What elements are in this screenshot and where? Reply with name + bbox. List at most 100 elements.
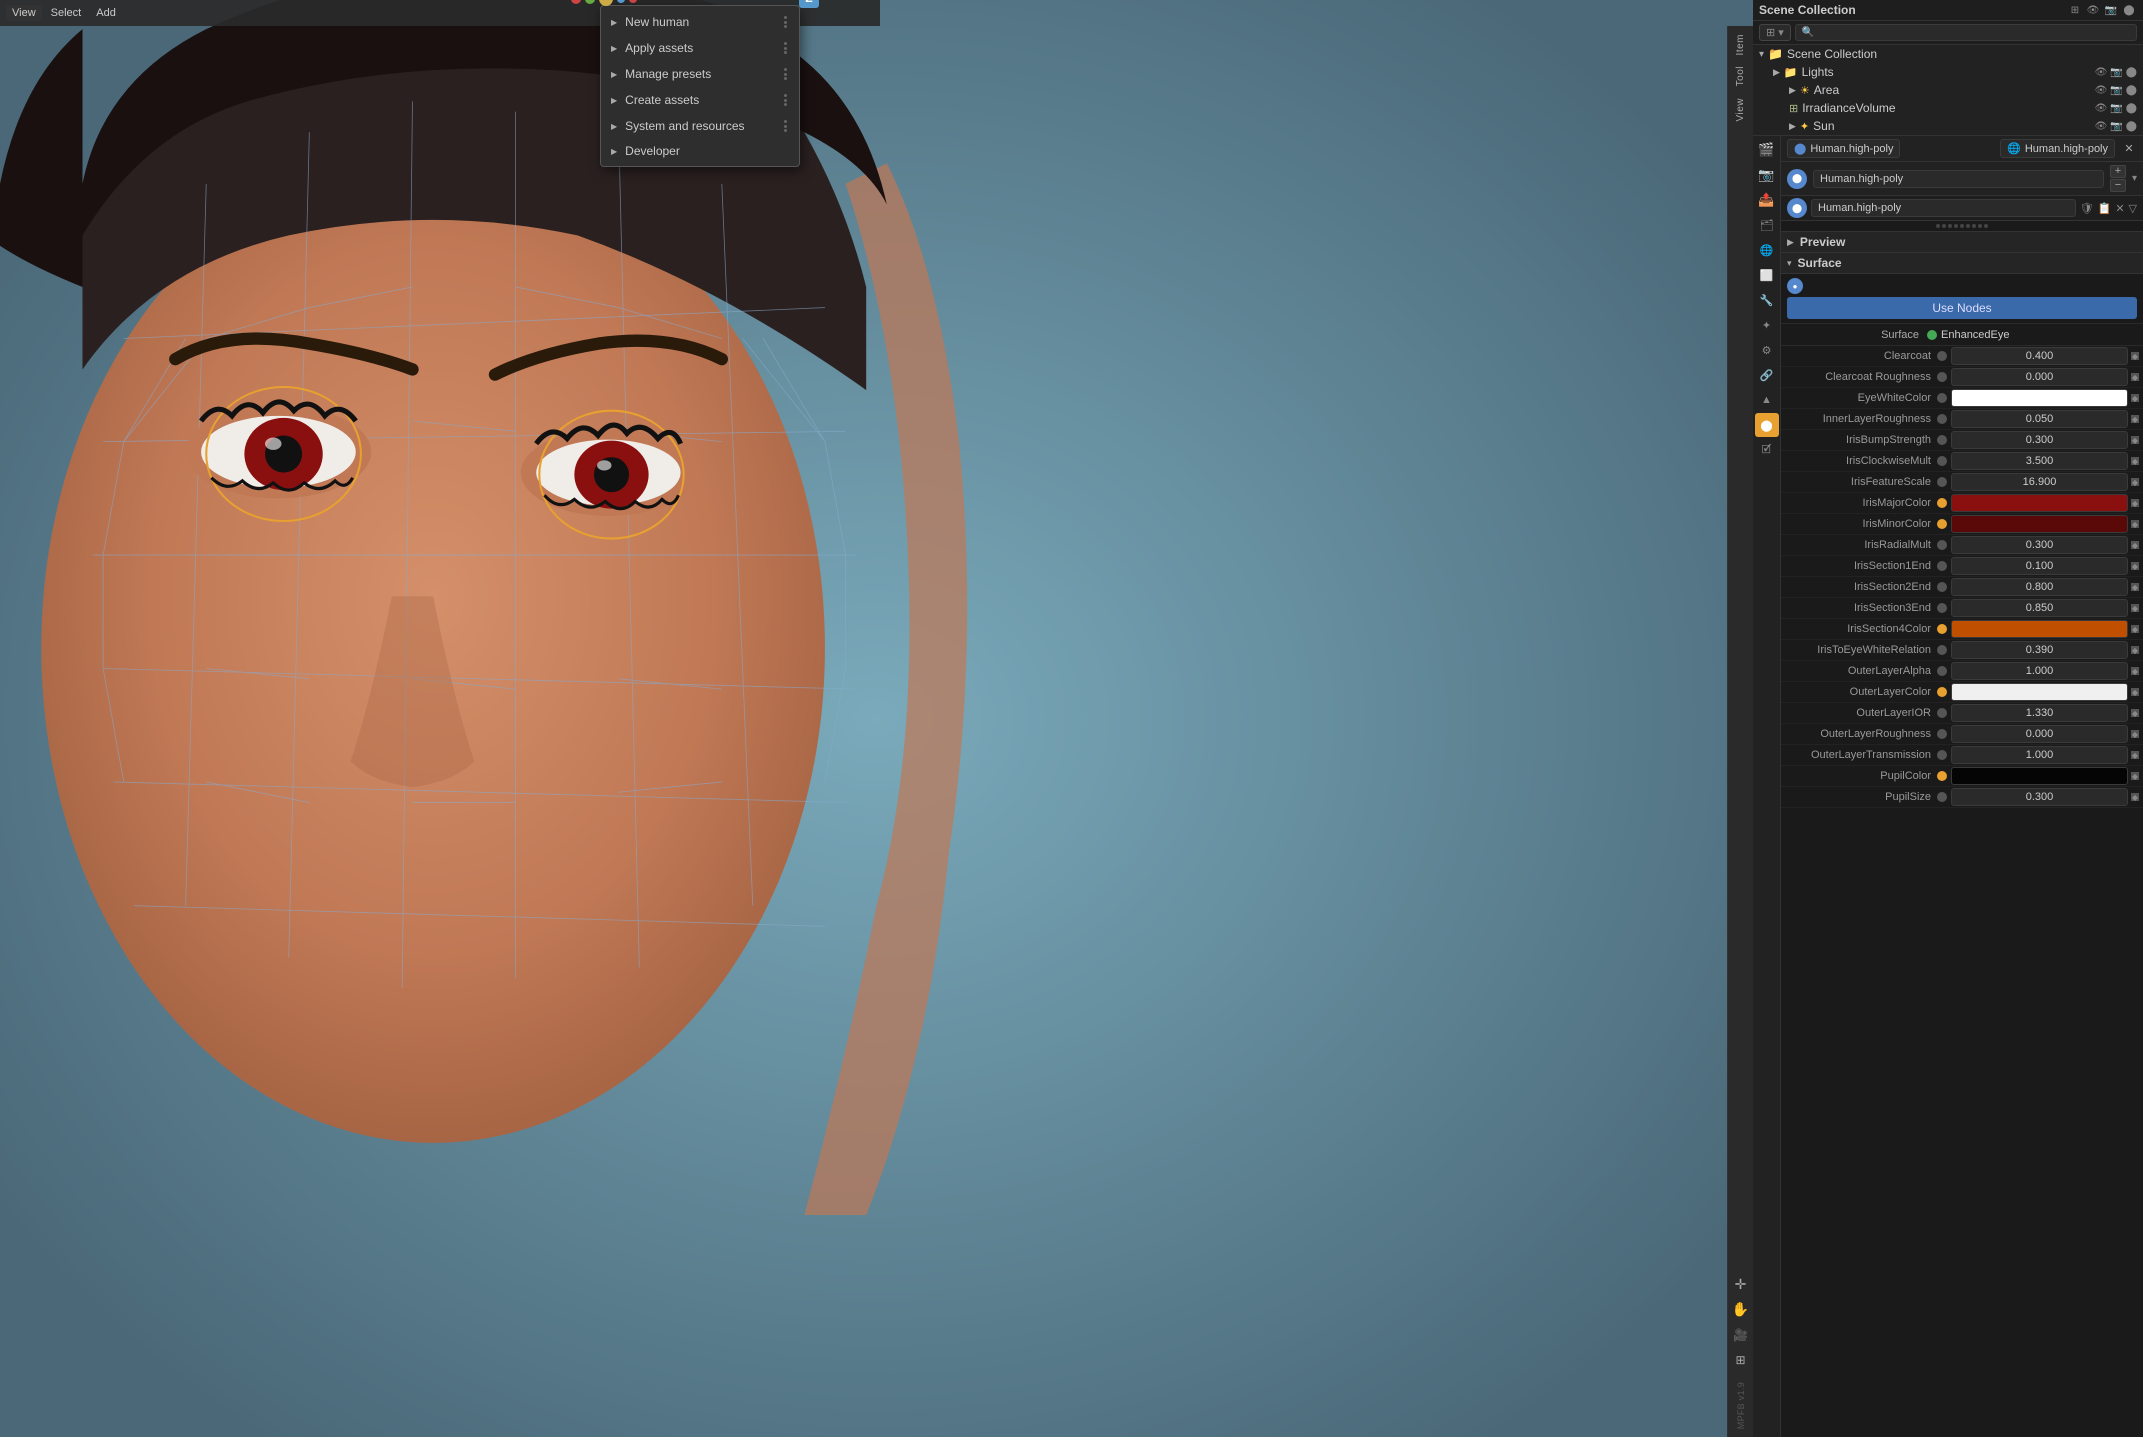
material-name-input[interactable] — [1813, 170, 2104, 188]
number-field-15[interactable]: 1.000 — [1951, 662, 2128, 680]
props-tab-scene[interactable]: 🎬 — [1755, 138, 1779, 162]
select-menu-btn[interactable]: Select — [45, 5, 88, 21]
filter-icon[interactable]: ⊞ — [2067, 2, 2083, 18]
props-tab-modifier[interactable]: 🔧 — [1755, 288, 1779, 312]
prop-dot-18[interactable] — [1937, 729, 1947, 739]
color-swatch-20[interactable] — [1951, 767, 2128, 785]
sun-cam-icon[interactable]: 📷 — [2110, 121, 2122, 132]
prop-end-dot-9[interactable]: ◆ — [2131, 541, 2139, 549]
prop-dot-1[interactable] — [1937, 372, 1947, 382]
prop-dot-0[interactable] — [1937, 351, 1947, 361]
prop-dot-21[interactable] — [1937, 792, 1947, 802]
prop-dot-6[interactable] — [1937, 477, 1947, 487]
color-swatch-8[interactable] — [1951, 515, 2128, 533]
props-tab-objectdata[interactable]: ▲ — [1755, 388, 1779, 412]
number-field-0[interactable]: 0.400 — [1951, 347, 2128, 365]
irradiance-cam-icon[interactable]: 📷 — [2110, 103, 2122, 114]
area-row[interactable]: ▶ ☀ Area 👁 📷 ⬤ — [1753, 81, 2143, 99]
object-dropdown[interactable]: ⬤ Human.high-poly — [1787, 139, 1900, 158]
prop-end-dot-19[interactable]: ◆ — [2131, 751, 2139, 759]
prop-dot-7[interactable] — [1937, 498, 1947, 508]
lights-eye-icon[interactable]: 👁 — [2095, 67, 2108, 78]
prop-end-dot-12[interactable]: ◆ — [2131, 604, 2139, 612]
collection-collapse-icon[interactable]: ▾ — [1759, 49, 1764, 60]
number-field-11[interactable]: 0.800 — [1951, 578, 2128, 596]
props-tab-object[interactable]: ⬜ — [1755, 263, 1779, 287]
camera2-icon[interactable]: 📷 — [2103, 2, 2119, 18]
prop-end-dot-4[interactable]: ◆ — [2131, 436, 2139, 444]
prop-dot-19[interactable] — [1937, 750, 1947, 760]
menu-item-apply-assets[interactable]: ▶ Apply assets — [601, 35, 799, 61]
color-swatch-2[interactable] — [1951, 389, 2128, 407]
view-tab[interactable]: View — [1733, 94, 1748, 126]
props-tab-physics[interactable]: ⚙ — [1755, 338, 1779, 362]
outliner-search-dropdown[interactable]: ⊞ ▾ — [1759, 24, 1791, 41]
tool-tab[interactable]: Tool — [1733, 62, 1748, 90]
irradiance-eye-icon[interactable]: 👁 — [2095, 103, 2108, 114]
irradiance-render-icon[interactable]: ⬤ — [2126, 103, 2137, 114]
prop-dot-11[interactable] — [1937, 582, 1947, 592]
use-nodes-btn[interactable]: Use Nodes — [1787, 297, 2137, 319]
prop-end-dot-1[interactable]: ◆ — [2131, 373, 2139, 381]
material-chevron[interactable]: ▾ — [2132, 173, 2137, 184]
prop-end-dot-21[interactable]: ◆ — [2131, 793, 2139, 801]
remove-material-btn[interactable]: − — [2110, 179, 2126, 192]
prop-dot-2[interactable] — [1937, 393, 1947, 403]
prop-dot-10[interactable] — [1937, 561, 1947, 571]
viewport-menu-btn[interactable]: View — [6, 5, 42, 21]
number-field-12[interactable]: 0.850 — [1951, 599, 2128, 617]
prop-dot-13[interactable] — [1937, 624, 1947, 634]
sun-eye-icon[interactable]: 👁 — [2095, 121, 2108, 132]
prop-dot-4[interactable] — [1937, 435, 1947, 445]
menu-item-new-human[interactable]: ▶ New human — [601, 9, 799, 35]
lights-row[interactable]: ▶ 📁 Lights 👁 📷 ⬤ — [1753, 63, 2143, 81]
prop-dot-16[interactable] — [1937, 687, 1947, 697]
props-tab-output[interactable]: 📤 — [1755, 188, 1779, 212]
mat-x-icon[interactable]: ✕ — [2115, 202, 2124, 215]
prop-dot-17[interactable] — [1937, 708, 1947, 718]
prop-end-dot-13[interactable]: ◆ — [2131, 625, 2139, 633]
prop-dot-14[interactable] — [1937, 645, 1947, 655]
prop-dot-20[interactable] — [1937, 771, 1947, 781]
lights-collapse-icon[interactable]: ▶ — [1773, 67, 1780, 78]
sun-row[interactable]: ▶ ✦ Sun 👁 📷 ⬤ — [1753, 117, 2143, 135]
number-field-10[interactable]: 0.100 — [1951, 557, 2128, 575]
mat-filter-icon[interactable]: ▽ — [2129, 202, 2137, 215]
prop-end-dot-18[interactable]: ◆ — [2131, 730, 2139, 738]
irradiance-row[interactable]: ⊞ IrradianceVolume 👁 📷 ⬤ — [1753, 99, 2143, 117]
menu-item-developer[interactable]: ▶ Developer — [601, 139, 799, 163]
surface-collapse-icon[interactable]: ▾ — [1787, 258, 1792, 269]
number-field-6[interactable]: 16.900 — [1951, 473, 2128, 491]
props-tab-material[interactable]: ⬤ — [1755, 413, 1779, 437]
number-field-5[interactable]: 3.500 — [1951, 452, 2128, 470]
props-tab-viewlayer[interactable]: 🗂 — [1755, 213, 1779, 237]
number-field-9[interactable]: 0.300 — [1951, 536, 2128, 554]
prop-end-dot-5[interactable]: ◆ — [2131, 457, 2139, 465]
number-field-14[interactable]: 0.390 — [1951, 641, 2128, 659]
prop-dot-5[interactable] — [1937, 456, 1947, 466]
sun-expand-icon[interactable]: ▶ — [1789, 121, 1796, 132]
mat-copy-icon[interactable]: 📋 — [2098, 202, 2112, 215]
prop-end-dot-7[interactable]: ◆ — [2131, 499, 2139, 507]
mat-shield-icon[interactable]: 🛡 — [2080, 202, 2094, 215]
surface-header[interactable]: ▾ Surface — [1781, 253, 2143, 274]
search-bar[interactable]: 🔍 — [1795, 24, 2137, 41]
prop-end-dot-6[interactable]: ◆ — [2131, 478, 2139, 486]
prop-end-dot-14[interactable]: ◆ — [2131, 646, 2139, 654]
prop-dot-15[interactable] — [1937, 666, 1947, 676]
area-cam-icon[interactable]: 📷 — [2110, 85, 2122, 96]
color-swatch-16[interactable] — [1951, 683, 2128, 701]
prop-dot-3[interactable] — [1937, 414, 1947, 424]
move-icon[interactable]: ✋ — [1730, 1299, 1752, 1321]
item-tab[interactable]: Item — [1733, 30, 1748, 59]
menu-item-create-assets[interactable]: ▶ Create assets — [601, 87, 799, 113]
props-tab-constraints[interactable]: 🔗 — [1755, 363, 1779, 387]
props-tab-particles[interactable]: ✦ — [1755, 313, 1779, 337]
prop-end-dot-20[interactable]: ◆ — [2131, 772, 2139, 780]
add-menu-btn[interactable]: Add — [90, 5, 122, 21]
cursor-icon[interactable]: ✛ — [1730, 1274, 1752, 1296]
preview-expand-icon[interactable]: ▶ — [1787, 237, 1794, 248]
prop-end-dot-17[interactable]: ◆ — [2131, 709, 2139, 717]
linked-object[interactable]: 🌐 Human.high-poly — [2000, 139, 2115, 158]
prop-end-dot-3[interactable]: ◆ — [2131, 415, 2139, 423]
